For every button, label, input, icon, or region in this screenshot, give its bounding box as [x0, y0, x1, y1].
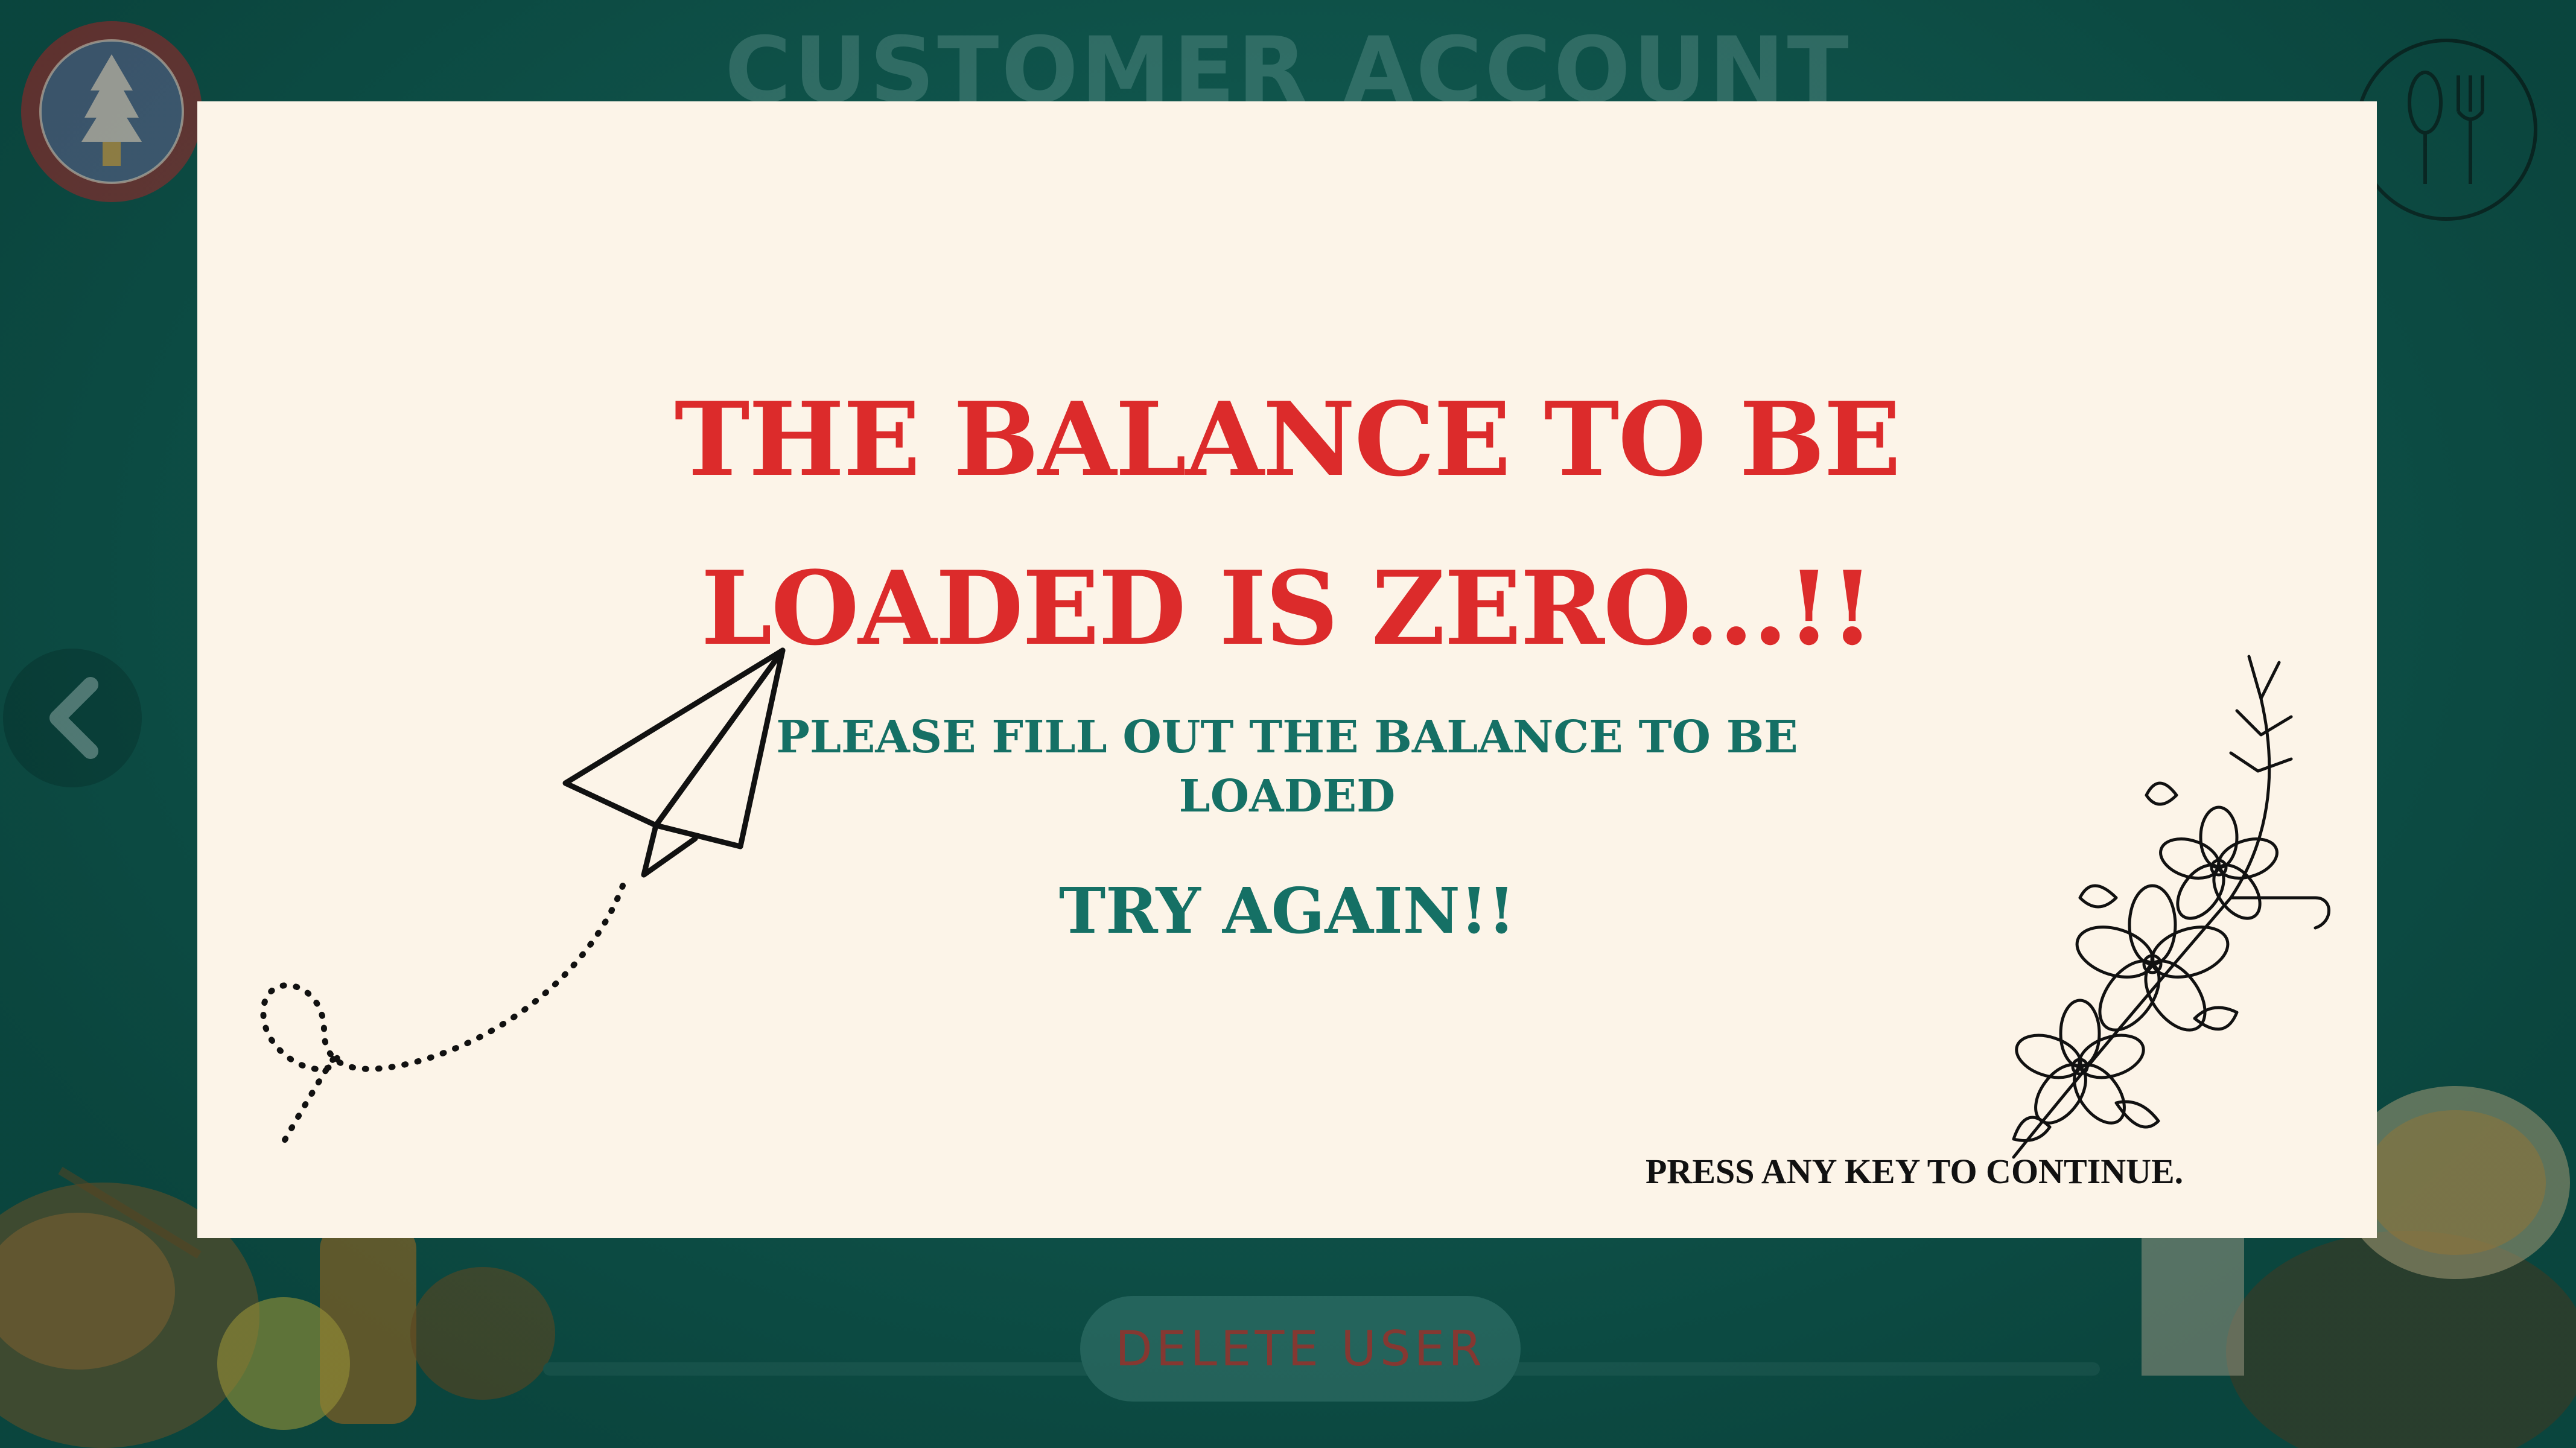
flower-illustration — [2012, 655, 2330, 1159]
college-logo — [21, 21, 202, 202]
delete-user-button[interactable]: DELETE USER — [1080, 1296, 1521, 1402]
paper-plane-icon — [260, 647, 786, 1148]
fork-spoon-icon[interactable] — [2353, 36, 2540, 223]
app-screen: CUSTOMER ACCOUNT DELETE USER THE BALANCE… — [0, 0, 2576, 1448]
chevron-left-icon[interactable] — [0, 646, 145, 790]
error-dialog[interactable]: THE BALANCE TO BE LOADED IS ZERO...!! PL… — [197, 101, 2377, 1238]
headline-line-1: THE BALANCE TO BE — [674, 379, 1901, 499]
error-headline: THE BALANCE TO BE LOADED IS ZERO...!! — [197, 355, 2377, 693]
